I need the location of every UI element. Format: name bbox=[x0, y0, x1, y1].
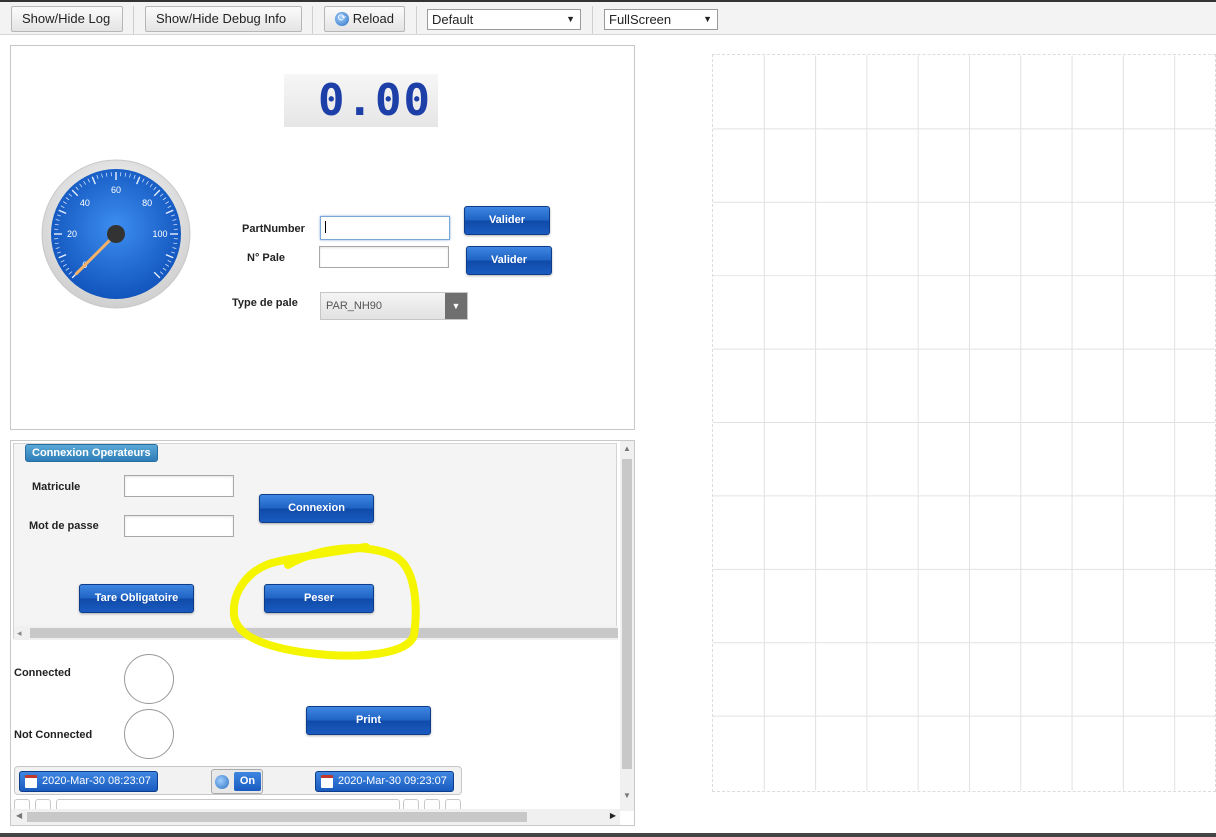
nav-button[interactable] bbox=[14, 799, 30, 809]
start-date-value: 2020-Mar-30 08:23:07 bbox=[42, 775, 151, 787]
refresh-icon bbox=[215, 775, 229, 789]
end-date-value: 2020-Mar-30 09:23:07 bbox=[338, 775, 447, 787]
not-connected-label: Not Connected bbox=[14, 729, 93, 741]
nav-button[interactable] bbox=[403, 799, 419, 809]
chevron-down-icon: ▼ bbox=[445, 293, 467, 319]
scrollbar-thumb[interactable] bbox=[30, 628, 618, 638]
live-toggle[interactable]: On bbox=[211, 769, 263, 794]
show-hide-debug-label: Show/Hide Debug Info bbox=[156, 11, 287, 26]
gauge-tick-label: 80 bbox=[142, 198, 152, 208]
weight-gauge: 020406080100 bbox=[41, 159, 191, 309]
type-pale-select[interactable]: PAR_NH90 ▼ bbox=[320, 292, 468, 320]
connected-label: Connected bbox=[14, 667, 71, 679]
mode-select[interactable]: FullScreen ▼ bbox=[604, 9, 718, 30]
matricule-label: Matricule bbox=[32, 481, 81, 493]
show-hide-debug-button[interactable]: Show/Hide Debug Info bbox=[145, 6, 302, 32]
reload-label: Reload bbox=[352, 11, 394, 26]
not-connected-indicator bbox=[124, 709, 174, 759]
operators-legend: Connexion Operateurs bbox=[25, 444, 158, 462]
scale-panel: 0.00 020406080100 PartNumber Valider N° … bbox=[10, 45, 635, 430]
gauge-tick-label: 20 bbox=[67, 229, 77, 239]
reload-button[interactable]: ⟳ Reload bbox=[324, 6, 405, 32]
text-cursor bbox=[325, 221, 326, 233]
scroll-down-icon: ▼ bbox=[623, 791, 631, 800]
gauge-hub bbox=[107, 225, 125, 243]
toolbar: Show/Hide Log Show/Hide Debug Info ⟳ Rel… bbox=[0, 2, 1216, 35]
scroll-up-icon: ▲ bbox=[623, 444, 631, 453]
password-input[interactable] bbox=[124, 515, 234, 537]
show-hide-log-button[interactable]: Show/Hide Log bbox=[11, 6, 123, 32]
start-date-button[interactable]: 2020-Mar-30 08:23:07 bbox=[19, 771, 158, 792]
show-hide-log-label: Show/Hide Log bbox=[22, 11, 111, 26]
connected-indicator bbox=[124, 654, 174, 704]
chart-grid bbox=[712, 54, 1216, 792]
chevron-down-icon: ▼ bbox=[566, 14, 575, 24]
profile-select-value: Default bbox=[432, 12, 474, 27]
scrollbar-thumb[interactable] bbox=[27, 812, 527, 822]
matricule-input[interactable] bbox=[124, 475, 234, 497]
toggle-state: On bbox=[234, 772, 261, 791]
scroll-right-icon: ▶ bbox=[609, 811, 616, 820]
pale-input[interactable] bbox=[319, 246, 449, 268]
scroll-left-icon: ◀ bbox=[16, 811, 23, 820]
mode-select-value: FullScreen bbox=[609, 12, 672, 27]
peser-button[interactable]: Peser bbox=[264, 584, 374, 613]
panel-vertical-scrollbar[interactable]: ▲ ▼ bbox=[620, 441, 634, 811]
gauge-tick-label: 100 bbox=[152, 229, 167, 239]
weight-display: 0.00 bbox=[284, 74, 438, 127]
partnumber-input[interactable] bbox=[320, 216, 450, 240]
toolbar-separator bbox=[312, 6, 313, 34]
valider-pale-button[interactable]: Valider bbox=[466, 246, 552, 275]
scrollbar-thumb[interactable] bbox=[622, 459, 632, 769]
type-pale-value: PAR_NH90 bbox=[326, 300, 383, 312]
calendar-icon bbox=[25, 775, 37, 788]
end-date-button[interactable]: 2020-Mar-30 09:23:07 bbox=[315, 771, 454, 792]
toolbar-separator bbox=[133, 6, 134, 34]
toolbar-separator bbox=[592, 6, 593, 34]
password-label: Mot de passe bbox=[29, 520, 99, 532]
print-button[interactable]: Print bbox=[306, 706, 431, 735]
reload-icon: ⟳ bbox=[335, 12, 349, 26]
operators-fieldset: Connexion Operateurs Matricule Mot de pa… bbox=[13, 443, 618, 640]
window-bottom-border bbox=[0, 833, 1216, 837]
nav-button[interactable] bbox=[35, 799, 51, 809]
profile-select[interactable]: Default ▼ bbox=[427, 9, 581, 30]
calendar-icon bbox=[321, 775, 333, 788]
operator-panel: Connexion Operateurs Matricule Mot de pa… bbox=[10, 440, 635, 826]
tare-obligatoire-button[interactable]: Tare Obligatoire bbox=[79, 584, 194, 613]
toolbar-separator bbox=[416, 6, 417, 34]
panel-horizontal-scrollbar[interactable]: ◀ ▶ bbox=[11, 809, 620, 825]
gauge-tick-label: 60 bbox=[111, 185, 121, 195]
valider-partnumber-button[interactable]: Valider bbox=[464, 206, 550, 235]
connexion-button[interactable]: Connexion bbox=[259, 494, 374, 523]
nav-bar[interactable] bbox=[56, 799, 400, 809]
partnumber-label: PartNumber bbox=[242, 223, 305, 235]
operators-horizontal-scrollbar[interactable]: ◂ bbox=[14, 626, 618, 640]
gauge-tick-label: 40 bbox=[80, 198, 90, 208]
type-pale-label: Type de pale bbox=[232, 297, 298, 309]
date-range-bar: 2020-Mar-30 08:23:07 On 2020-Mar-30 09:2… bbox=[14, 766, 462, 795]
grid-lines bbox=[713, 55, 1215, 791]
nav-button[interactable] bbox=[445, 799, 461, 809]
chevron-down-icon: ▼ bbox=[703, 14, 712, 24]
pale-label: N° Pale bbox=[247, 252, 286, 264]
nav-button[interactable] bbox=[424, 799, 440, 809]
scroll-left-icon: ◂ bbox=[17, 628, 22, 638]
